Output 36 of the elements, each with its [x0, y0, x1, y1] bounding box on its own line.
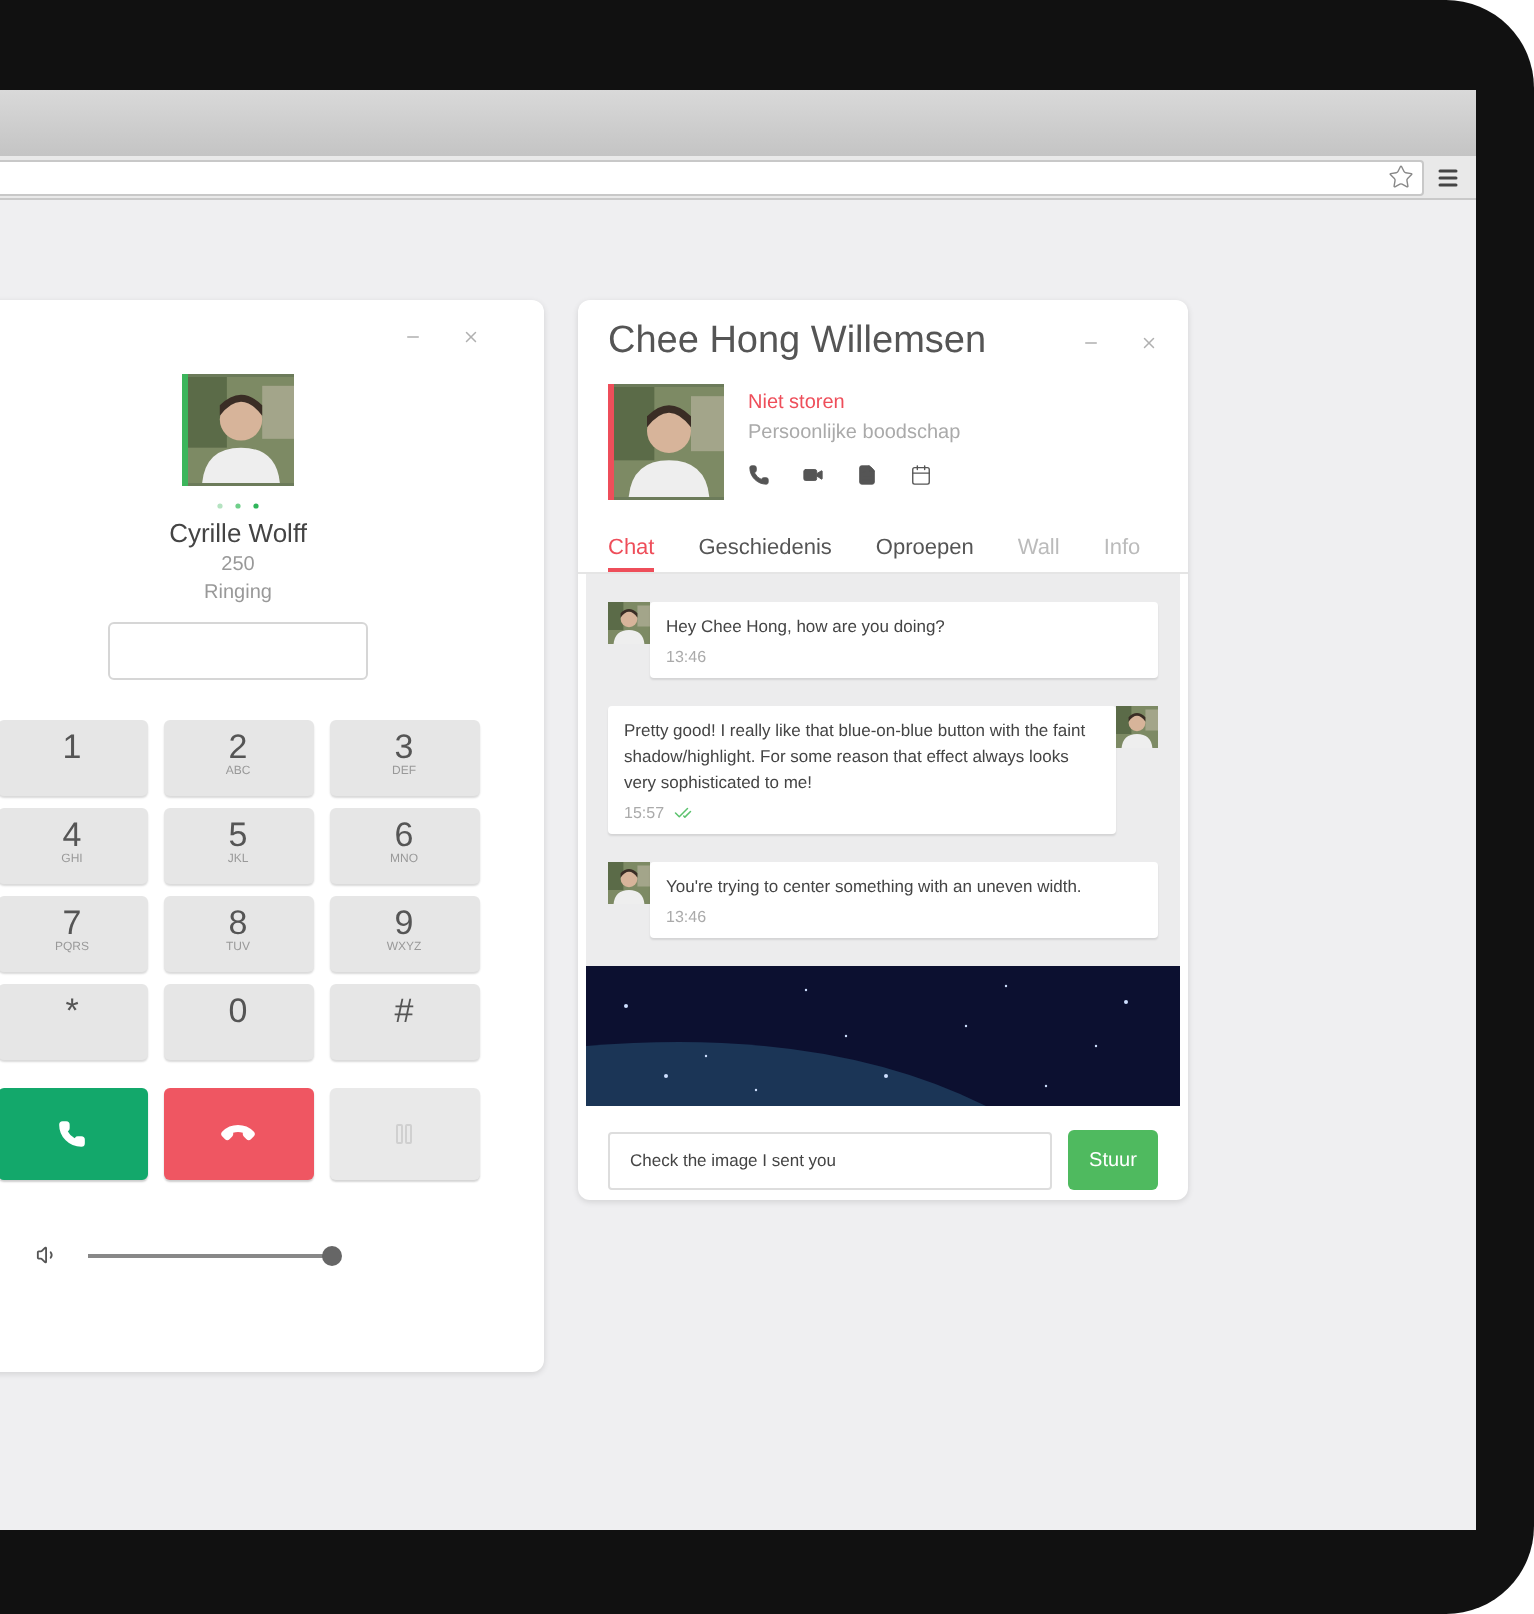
hang-up-button[interactable]	[163, 1088, 313, 1180]
dial-key[interactable]: #	[329, 984, 479, 1060]
extension-number: 250	[221, 554, 255, 576]
close-icon	[462, 328, 480, 346]
call-status: Ringing	[204, 582, 272, 604]
calendar-icon[interactable]	[910, 464, 932, 486]
message-text: Pretty good! I really like that blue-on-blue button with the faint shadow/highlight. For some reason that effect always looks very sophisticated to me!	[624, 718, 1088, 796]
presence-status: Niet storen	[748, 392, 847, 414]
call-button[interactable]	[0, 1088, 147, 1180]
phone-icon	[58, 1120, 86, 1148]
tab[interactable]: Geschiedenis	[698, 536, 832, 572]
ringing-dots-icon	[216, 502, 260, 510]
pause-icon	[392, 1122, 416, 1146]
tab[interactable]: Oproepen	[875, 536, 974, 572]
personal-message: Persoonlijke boodschap	[748, 422, 961, 444]
contact-name: Cyrille Wolff	[169, 518, 307, 548]
dial-key[interactable]: *	[0, 984, 147, 1060]
contact-name: Chee Hong Willemsen	[608, 320, 987, 364]
menu-icon[interactable]	[1436, 165, 1460, 189]
dial-key[interactable]: 1	[0, 720, 147, 796]
message-input[interactable]: Check the image I sent you	[608, 1131, 1052, 1189]
message-time: 13:46	[666, 908, 707, 926]
close-button[interactable]	[1140, 333, 1158, 351]
file-icon[interactable]	[856, 464, 878, 486]
star-icon[interactable]	[1388, 164, 1414, 190]
video-icon[interactable]	[802, 464, 824, 486]
phone-icon[interactable]	[748, 464, 770, 486]
message-time: 15:57	[624, 804, 665, 822]
message-text: Hey Chee Hong, how are you doing?	[666, 614, 947, 640]
dial-key[interactable]: 0	[163, 984, 313, 1060]
message-text: You're trying to center something with an uneven width.	[666, 874, 1084, 900]
close-button[interactable]	[462, 328, 480, 346]
close-icon	[1140, 333, 1158, 351]
message-time: 13:46	[666, 648, 707, 666]
speaker-icon	[36, 1244, 58, 1266]
number-input[interactable]	[108, 622, 368, 680]
